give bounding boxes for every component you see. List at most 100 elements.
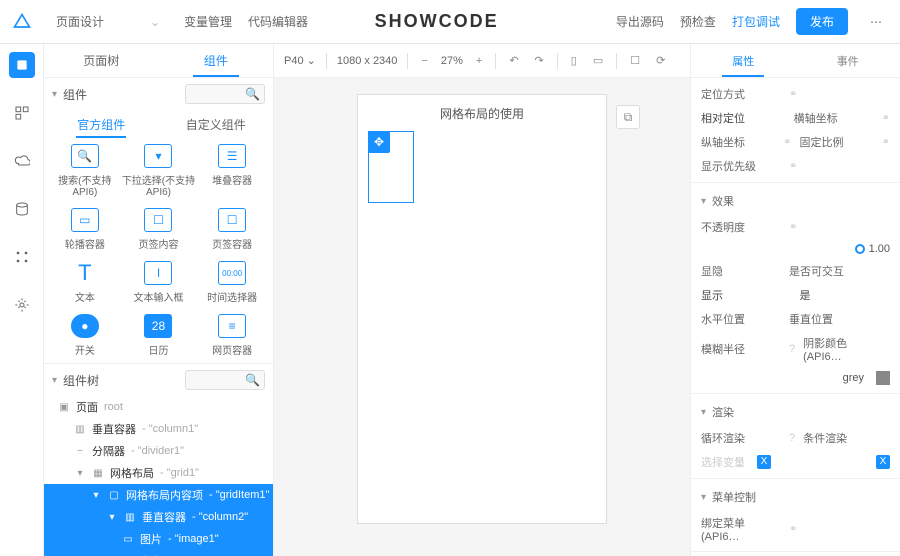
pos-mode-val[interactable]: 相对定位 [701,110,786,126]
link-icon[interactable]: ⚭ [783,137,791,148]
tree-row[interactable]: ▾▢网格布局内容项- "gridItem1" [44,484,273,506]
package-debug-link[interactable]: 打包调试 [732,13,780,30]
left-panel: 页面树 组件 ▾ 组件 🔍 官方组件 自定义组件 🔍搜索(不支持API6) ▾下… [44,44,274,556]
copy-icon[interactable]: ⧉ [616,105,640,129]
rail-apps-icon[interactable] [9,244,35,270]
clear-icon[interactable]: X [876,455,890,469]
comp-carousel[interactable]: ▭轮播容器 [48,208,122,251]
comp-search[interactable]: 🔍搜索(不支持API6) [48,144,122,198]
link-icon[interactable]: ⚭ [789,222,797,233]
interact-lbl: 是否可交互 [789,263,869,279]
clear-icon[interactable]: X [757,455,771,469]
tab-events[interactable]: 事件 [796,44,900,77]
caret-down-icon[interactable]: ▾ [701,492,706,503]
tree-search[interactable]: 🔍 [185,370,265,390]
tree-row[interactable]: ▭图片- "image1" [44,528,273,550]
column-icon: ▥ [74,424,86,435]
component-search[interactable]: 🔍 [185,84,265,104]
link-icon[interactable]: ⚭ [882,137,890,148]
link-icon[interactable]: ⚭ [789,161,797,172]
publish-button[interactable]: 发布 [796,8,848,35]
help-icon[interactable]: ? [789,343,795,355]
comp-tree-section-title: 组件树 [63,372,99,389]
group-menu: ▾菜单控制 绑定菜单(API6…⚭ [691,479,900,552]
component-tree: ▣页面root ▥垂直容器- "column1" −分隔器- "divider1… [44,396,273,556]
comp-timepicker[interactable]: 00:00时间选择器 [195,261,269,304]
rail-template-icon[interactable] [9,100,35,126]
help-icon[interactable]: ? [789,432,795,444]
chevron-down-icon: ⌄ [150,15,160,29]
interact-val[interactable]: 是 [800,287,891,303]
tree-row[interactable]: T文本- "text1" [44,550,273,556]
vpos-lbl: 垂直位置 [789,311,869,327]
search-icon: 🔍 [245,87,260,101]
opacity-lbl: 不透明度 [701,219,781,235]
caret-down-icon[interactable]: ▾ [701,196,706,207]
visibility-lbl: 显隐 [701,263,781,279]
variable-mgmt-link[interactable]: 变量管理 [184,13,232,30]
caret-down-icon[interactable]: ▾ [701,407,706,418]
tab-page-tree[interactable]: 页面树 [44,44,159,77]
link-icon[interactable]: ⚭ [789,524,797,535]
tab-components[interactable]: 组件 [159,44,274,77]
precheck-link[interactable]: 预检查 [680,13,716,30]
subtab-custom[interactable]: 自定义组件 [159,110,274,138]
tree-row[interactable]: ▥垂直容器- "column1" [44,418,273,440]
link-icon[interactable]: ⚭ [789,89,797,100]
zoom-value: 27% [441,55,463,67]
page-icon: ▣ [58,402,70,413]
comp-web[interactable]: ≡网页容器 [195,314,269,357]
main: 页面树 组件 ▾ 组件 🔍 官方组件 自定义组件 🔍搜索(不支持API6) ▾下… [0,44,900,556]
subtab-official[interactable]: 官方组件 [44,110,159,138]
comp-switch[interactable]: ●开关 [48,314,122,357]
color-swatch[interactable] [876,371,890,385]
loop-placeholder[interactable]: 选择变量 [701,454,745,470]
opacity-val[interactable]: 1.00 [869,243,890,255]
more-icon[interactable]: ⋯ [864,15,888,29]
device-select[interactable]: P40 ⌄ [284,54,316,67]
canvas-wrap: P40 ⌄ 1080 x 2340 − 27% + ↶ ↷ ▯ ▭ ☐ ⟳ 网格… [274,44,690,556]
orient-portrait-icon[interactable]: ▯ [568,54,580,67]
layout-icon[interactable]: ☐ [627,54,643,67]
comp-stack[interactable]: ☰堆叠容器 [195,144,269,198]
effect-title: 效果 [712,193,734,209]
rail-data-icon[interactable] [9,196,35,222]
blur-lbl: 模糊半径 [701,341,781,357]
rail-layers-icon[interactable] [9,52,35,78]
zindex-lbl: 显示优先级 [701,158,781,174]
tree-row[interactable]: −分隔器- "divider1" [44,440,273,462]
cond-lbl: 条件渲染 [803,430,883,446]
tab-attributes[interactable]: 属性 [691,44,796,77]
opacity-slider[interactable] [855,244,865,254]
topbar: 页面设计 ⌄ 变量管理 代码编辑器 SHOWCODE 导出源码 预检查 打包调试… [0,0,900,44]
redo-icon[interactable]: ↷ [532,54,547,67]
griditem-icon: ▢ [108,490,120,501]
page-design-dropdown[interactable]: 页面设计 ⌄ [48,11,168,32]
tree-row[interactable]: ▾▥垂直容器- "column2" [44,506,273,528]
comp-calendar[interactable]: 28日历 [122,314,196,357]
comp-textinput[interactable]: I文本输入框 [122,261,196,304]
undo-icon[interactable]: ↶ [506,54,521,67]
caret-down-icon[interactable]: ▾ [52,375,57,386]
code-editor-link[interactable]: 代码编辑器 [248,13,308,30]
canvas-area[interactable]: 网格布局的使用 ✥ ⧉ [274,78,690,556]
tree-row[interactable]: ▾▦网格布局- "grid1" [44,462,273,484]
tree-row[interactable]: ▣页面root [44,396,273,418]
rail-settings-icon[interactable] [9,292,35,318]
shadow-val[interactable]: grey [843,372,864,384]
comp-text[interactable]: T文本 [48,261,122,304]
comp-tabs[interactable]: ☐页签容器 [195,208,269,251]
link-icon[interactable]: ⚭ [882,113,890,124]
ratio-lbl: 固定比例 [800,134,874,150]
comp-tabcontent[interactable]: ☐页签内容 [122,208,196,251]
caret-down-icon[interactable]: ▾ [52,89,57,100]
rail-cloud-icon[interactable] [9,148,35,174]
zoom-in-icon[interactable]: + [473,55,485,67]
export-source-link[interactable]: 导出源码 [616,13,664,30]
move-handle-icon[interactable]: ✥ [368,131,390,153]
visibility-val[interactable]: 显示 [701,287,792,303]
refresh-icon[interactable]: ⟳ [653,54,668,67]
comp-select[interactable]: ▾下拉选择(不支持API6) [122,144,196,198]
orient-landscape-icon[interactable]: ▭ [590,54,606,67]
zoom-out-icon[interactable]: − [418,55,430,67]
